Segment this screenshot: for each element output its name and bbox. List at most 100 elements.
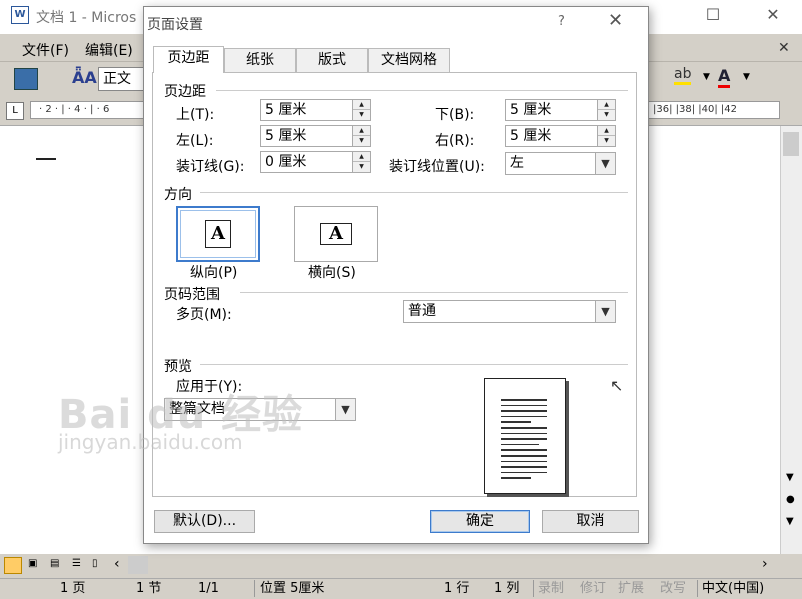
left-margin-label: 左(L):: [176, 133, 214, 149]
close-icon[interactable]: ✕: [760, 4, 786, 26]
status-rec[interactable]: 录制: [538, 580, 564, 597]
preview-text-line: [501, 477, 531, 479]
preview-text-line: [501, 404, 547, 407]
right-margin-spinner[interactable]: 5 厘米 ▲ ▼: [505, 125, 616, 147]
gutter-spinner[interactable]: 0 厘米 ▲ ▼: [260, 151, 371, 173]
spin-down-icon[interactable]: ▼: [353, 110, 370, 120]
preview-text-line: [501, 415, 547, 418]
print-view-icon[interactable]: ▤: [50, 558, 59, 569]
portrait-page-icon: A: [205, 220, 231, 248]
browse-object-icon[interactable]: ●: [786, 494, 795, 505]
text-cursor-mark: [36, 158, 56, 160]
spin-up-icon[interactable]: ▲: [353, 100, 370, 110]
menu-file[interactable]: 文件(F): [22, 40, 69, 60]
tab-margins[interactable]: 页边距: [153, 46, 224, 73]
portrait-label: 纵向(P): [190, 265, 238, 281]
bottom-margin-spinner[interactable]: 5 厘米 ▲ ▼: [505, 99, 616, 121]
vertical-scrollbar[interactable]: ▼ ● ▼: [780, 126, 802, 554]
gutter-position-label: 装订线位置(U):: [389, 159, 485, 175]
left-margin-spinner[interactable]: 5 厘米 ▲ ▼: [260, 125, 371, 147]
web-view-icon[interactable]: ▣: [28, 558, 37, 569]
chevron-down-icon[interactable]: ▼: [595, 301, 615, 322]
spin-up-icon[interactable]: ▲: [598, 126, 615, 136]
preview-text-line: [501, 466, 547, 468]
menu-edit[interactable]: 编辑(E): [85, 40, 133, 60]
landscape-page-icon: A: [320, 223, 352, 245]
save-icon[interactable]: [14, 68, 38, 90]
help-icon[interactable]: ?: [558, 14, 565, 29]
default-button[interactable]: 默认(D)...: [154, 510, 255, 533]
spin-down-icon[interactable]: ▼: [353, 162, 370, 172]
preview-text-line: [501, 410, 547, 412]
spin-up-icon[interactable]: ▲: [353, 126, 370, 136]
reading-view-icon[interactable]: ▯: [92, 558, 98, 569]
spin-up-icon[interactable]: ▲: [353, 152, 370, 162]
ruler-left-ticks: · 2 · | · 4 · | · 6: [39, 104, 110, 115]
preview-text-line: [501, 460, 547, 463]
multiple-pages-label: 多页(M):: [176, 307, 232, 323]
multiple-pages-select[interactable]: 普通 ▼: [403, 300, 616, 323]
group-divider: [240, 292, 628, 293]
style-icon[interactable]: ǞA: [72, 68, 97, 87]
scroll-thumb[interactable]: [783, 132, 799, 156]
dialog-close-icon[interactable]: ✕: [608, 10, 623, 31]
status-ovr[interactable]: 改写: [660, 580, 686, 597]
font-color-icon[interactable]: A: [718, 66, 731, 88]
status-col: 1 列: [494, 581, 520, 596]
cancel-button[interactable]: 取消: [542, 510, 639, 533]
gutter-value: 0 厘米: [265, 154, 307, 170]
orientation-group-label: 方向: [164, 187, 192, 203]
ok-button[interactable]: 确定: [430, 510, 530, 533]
preview-text-line: [501, 421, 531, 423]
outline-view-icon[interactable]: ☰: [72, 558, 81, 569]
left-margin-value: 5 厘米: [265, 128, 307, 144]
spin-down-icon[interactable]: ▼: [353, 136, 370, 146]
gutter-position-value: 左: [510, 155, 524, 171]
status-trk[interactable]: 修订: [580, 580, 606, 597]
preview-text-line: [501, 438, 547, 440]
spin-up-icon[interactable]: ▲: [598, 100, 615, 110]
status-position: 位置 5厘米: [260, 581, 325, 596]
preview-text-line: [501, 427, 547, 429]
portrait-option[interactable]: A: [176, 206, 260, 262]
margins-group-label: 页边距: [164, 84, 206, 100]
status-divider: [254, 580, 255, 597]
top-margin-value: 5 厘米: [265, 102, 307, 118]
menu-close-icon[interactable]: ✕: [778, 40, 790, 56]
tab-paper[interactable]: 纸张: [224, 48, 296, 72]
right-margin-label: 右(R):: [435, 133, 475, 149]
page-preview: [484, 378, 566, 494]
status-divider: [533, 580, 534, 597]
chevron-down-icon[interactable]: ▼: [703, 72, 710, 82]
top-margin-spinner[interactable]: 5 厘米 ▲ ▼: [260, 99, 371, 121]
gutter-label: 装订线(G):: [176, 159, 245, 175]
group-divider: [216, 90, 628, 91]
preview-text-line: [501, 432, 547, 435]
scroll-right-icon[interactable]: ›: [762, 556, 768, 572]
spin-down-icon[interactable]: ▼: [598, 110, 615, 120]
tab-layout[interactable]: 版式: [296, 48, 368, 72]
chevron-down-icon[interactable]: ▼: [743, 72, 750, 82]
chevron-down-icon[interactable]: ▼: [335, 399, 355, 420]
scroll-down-icon[interactable]: ▼: [786, 472, 794, 483]
spin-down-icon[interactable]: ▼: [598, 136, 615, 146]
preview-text-line: [501, 443, 539, 446]
normal-view-icon[interactable]: [4, 557, 22, 574]
watermark-url: jingyan.baidu.com: [58, 430, 243, 454]
gutter-position-select[interactable]: 左 ▼: [505, 152, 616, 175]
status-ext[interactable]: 扩展: [618, 580, 644, 597]
hscroll-thumb[interactable]: [128, 556, 148, 574]
chevron-down-icon[interactable]: ▼: [595, 153, 615, 174]
multiple-pages-value: 普通: [408, 303, 436, 319]
word-doc-icon: W: [11, 6, 29, 24]
tab-doc-grid[interactable]: 文档网格: [368, 48, 450, 72]
maximize-icon[interactable]: ☐: [700, 4, 726, 26]
preview-group-label: 预览: [164, 359, 192, 375]
style-box[interactable]: 正文: [98, 67, 144, 91]
tab-stop-icon[interactable]: L: [6, 102, 24, 120]
status-line: 1 行: [444, 581, 470, 596]
next-page-icon[interactable]: ▼: [786, 516, 794, 527]
highlight-icon[interactable]: ab: [674, 66, 692, 85]
scroll-left-icon[interactable]: ‹: [114, 556, 120, 572]
landscape-option[interactable]: A: [294, 206, 378, 262]
